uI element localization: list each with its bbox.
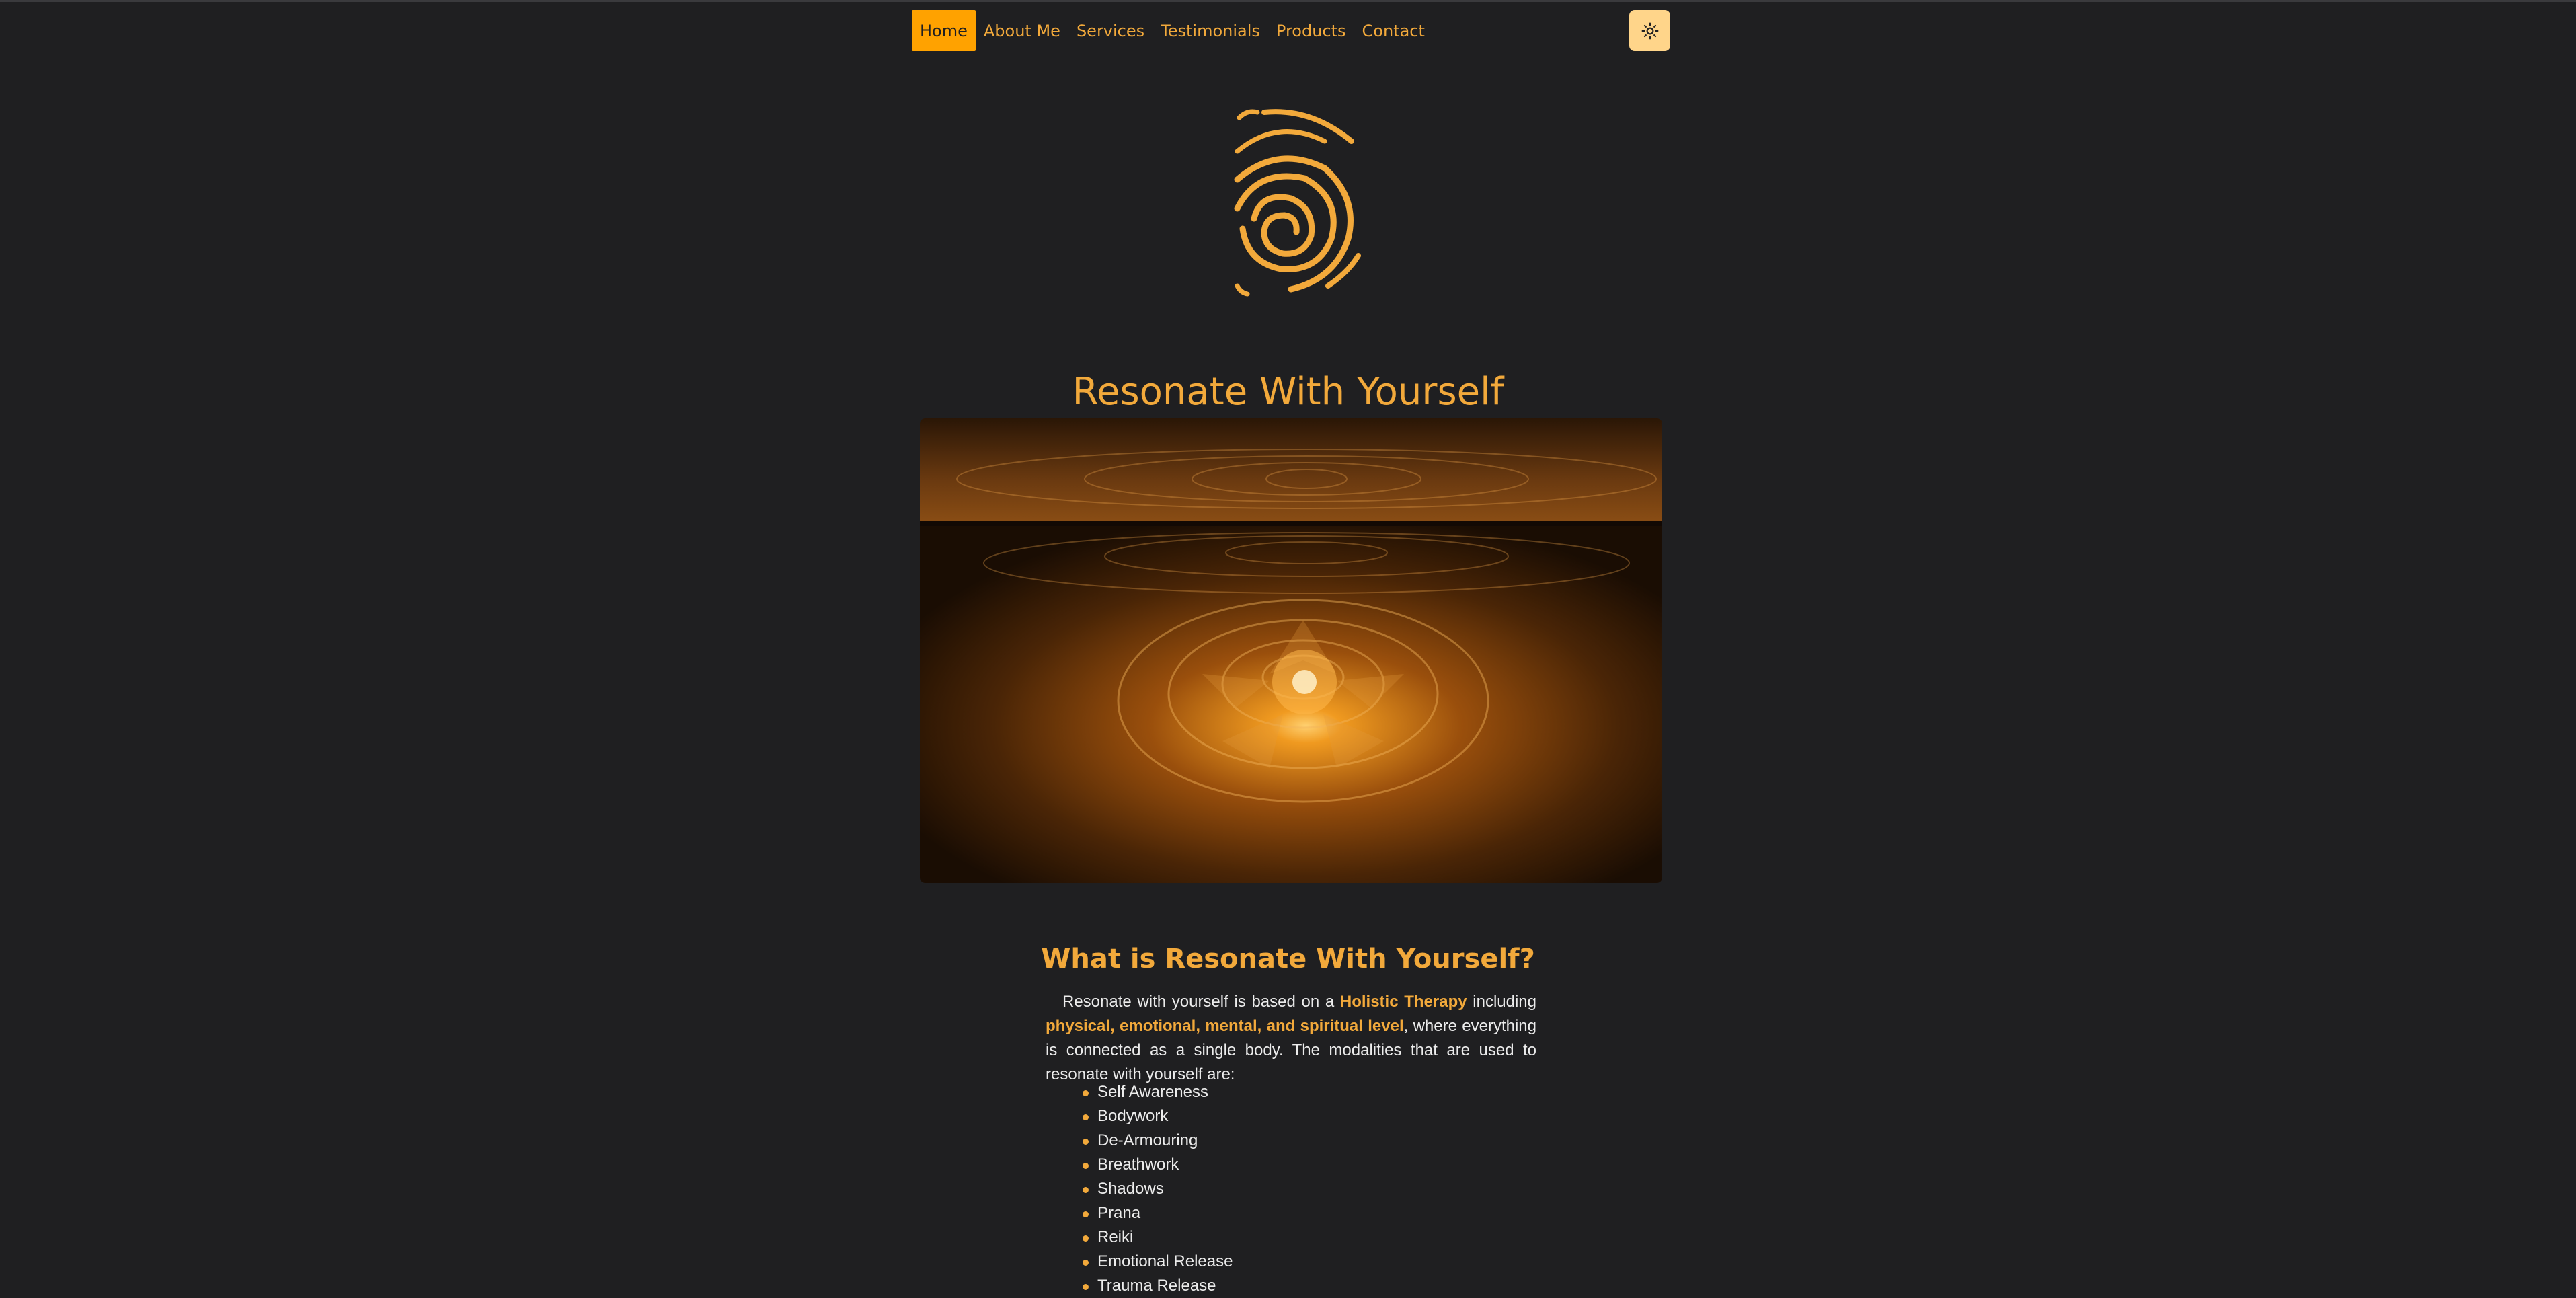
section-heading: What is Resonate With Yourself? — [1041, 944, 1535, 975]
modalities-list: Self Awareness Bodywork De-Armouring Bre… — [1081, 1080, 1233, 1298]
list-item: Trauma Release — [1081, 1274, 1233, 1298]
nav-services[interactable]: Services — [1068, 10, 1153, 51]
list-item: De-Armouring — [1081, 1129, 1233, 1153]
intro-text-1: Resonate with yourself is based on a — [1062, 993, 1340, 1011]
spiral-logo-icon — [1234, 109, 1361, 297]
list-item: Breathwork — [1081, 1153, 1233, 1177]
intro-paragraph: Resonate with yourself is based on a Hol… — [1046, 990, 1536, 1087]
hero-image — [920, 418, 1662, 883]
list-item: Prana — [1081, 1201, 1233, 1225]
list-item: Shadows — [1081, 1177, 1233, 1201]
list-item: Reiki — [1081, 1225, 1233, 1250]
nav-testimonials[interactable]: Testimonials — [1153, 10, 1268, 51]
top-border — [0, 0, 2576, 2]
nav-products[interactable]: Products — [1268, 10, 1354, 51]
intro-text-2: including — [1467, 993, 1536, 1011]
highlight-levels: physical, emotional, mental, and spiritu… — [1046, 1017, 1404, 1035]
nav-home[interactable]: Home — [912, 10, 976, 51]
nav-contact[interactable]: Contact — [1354, 10, 1433, 51]
main-nav: Home About Me Services Testimonials Prod… — [912, 10, 1433, 51]
list-item: Emotional Release — [1081, 1250, 1233, 1274]
theme-toggle-button[interactable] — [1629, 10, 1670, 51]
highlight-holistic-therapy: Holistic Therapy — [1339, 993, 1467, 1011]
list-item: Self Awareness — [1081, 1080, 1233, 1104]
sun-icon — [1641, 22, 1658, 39]
nav-about-me[interactable]: About Me — [976, 10, 1068, 51]
page-title: Resonate With Yourself — [1072, 369, 1504, 414]
golden-fractal-mandala-image — [920, 418, 1662, 883]
list-item: Bodywork — [1081, 1104, 1233, 1129]
